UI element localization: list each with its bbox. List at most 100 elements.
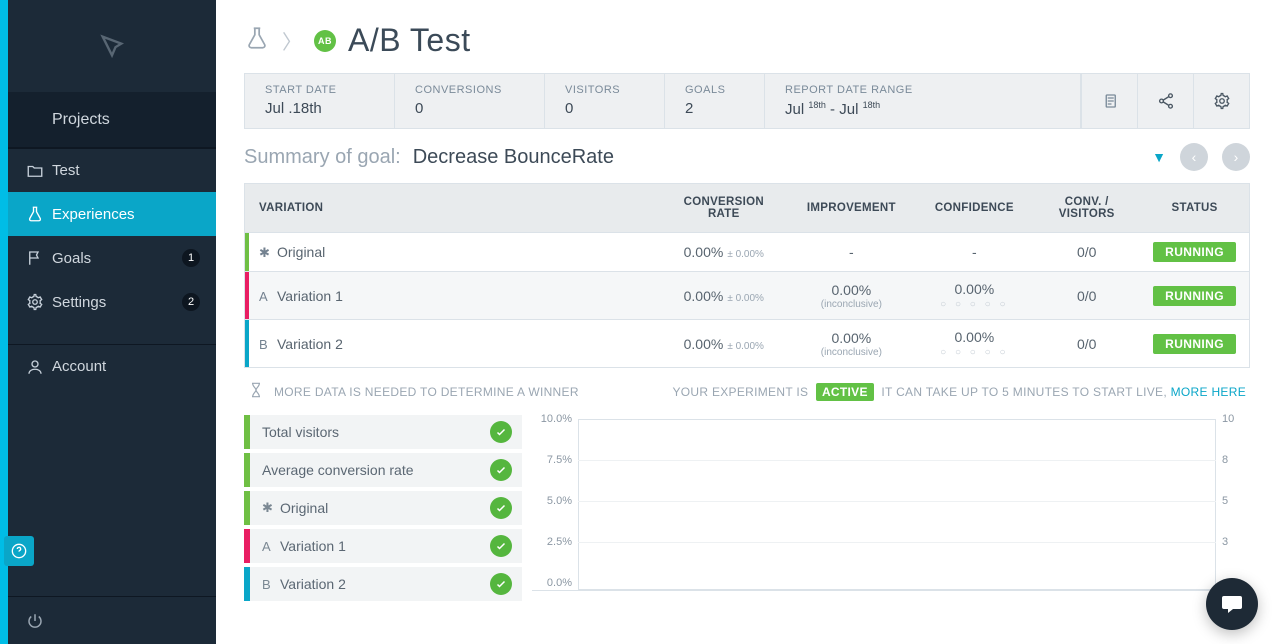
stat-label: CONVERSIONS [415,84,524,96]
info-right-post: IT CAN TAKE UP TO 5 MINUTES TO START LIV… [881,385,1167,399]
legend-item[interactable]: BVariation 2 [244,567,522,601]
sidebar-item-label: Goals [52,250,91,267]
legend-item[interactable]: ✱ Original [244,491,522,525]
sidebar-item-goals[interactable]: Goals 1 [8,236,216,280]
cell-improvement: 0.00%(inconclusive) [787,272,915,320]
hourglass-icon [248,382,264,401]
cell-status: RUNNING [1140,233,1249,272]
sidebar-item-label: Projects [52,111,110,129]
cell-rate: 0.00%± 0.00% [660,272,787,320]
count-badge: 1 [182,249,200,267]
y-tick-left: 0.0% [532,577,572,589]
flag-icon [26,249,52,267]
chat-button[interactable] [1206,578,1258,630]
y-tick-left: 2.5% [532,536,572,548]
legend-label: Total visitors [262,424,490,440]
sidebar: Projects Test Experiences Goals 1 Sett [8,0,216,644]
variation-prefix: B [259,337,271,352]
col-conv: CONV. / VISITORS [1033,184,1140,233]
cell-rate: 0.00%± 0.00% [660,320,787,368]
stat-label: START DATE [265,84,374,96]
check-icon [490,421,512,443]
ab-badge: AB [314,30,336,52]
main: 〉 AB A/B Test START DATE Jul .18th CONVE… [216,0,1278,644]
dropdown-toggle[interactable]: ▼ [1152,149,1166,165]
y-tick-left: 10.0% [532,413,572,425]
y-tick-right: 3 [1222,536,1250,548]
table-row[interactable]: B Variation 2 0.00%± 0.00%0.00%(inconclusi… [245,320,1250,368]
sidebar-item-label: Settings [52,294,106,311]
variations-table: VARIATION CONVERSION RATE IMPROVEMENT CO… [244,183,1250,368]
stat-value: Jul 18th - Jul 18th [785,100,1060,118]
variation-name: Variation 2 [277,336,343,352]
legend-item[interactable]: Average conversion rate [244,453,522,487]
cell-conv: 0/0 [1033,320,1140,368]
stat-visitors: VISITORS 0 [545,74,665,128]
chart-plot [578,419,1216,590]
sidebar-item-projects[interactable]: Projects [8,92,216,148]
legend-prefix: A [262,539,274,554]
sidebar-item-experiences[interactable]: Experiences [8,192,216,236]
sidebar-item-label: Account [52,358,106,375]
stat-value: 0 [415,100,524,117]
legend-prefix: ✱ [262,500,274,516]
chart-area: Total visitors Average conversion rate ✱ Or… [244,415,1250,605]
next-button[interactable]: › [1222,143,1250,171]
logout-button[interactable] [8,596,216,644]
col-rate: CONVERSION RATE [660,184,787,233]
check-icon [490,497,512,519]
table-row[interactable]: AVariation 10.00%± 0.00%0.00%(inconclusi… [245,272,1250,320]
summary-row: Summary of goal: Decrease BounceRate ▼ ‹… [244,143,1250,171]
stat-value: 2 [685,100,744,117]
summary-goal: Decrease BounceRate [413,146,614,169]
check-icon [490,459,512,481]
more-here-link[interactable]: MORE HERE [1171,385,1246,399]
check-icon [490,535,512,557]
sidebar-item-label: Test [52,162,80,179]
y-tick-left: 7.5% [532,454,572,466]
legend-item[interactable]: AVariation 1 [244,529,522,563]
sidebar-item-test[interactable]: Test [8,148,216,192]
count-badge: 2 [182,293,200,311]
info-right-pre: YOUR EXPERIMENT IS [672,385,808,399]
col-variation: VARIATION [245,184,661,233]
legend-item[interactable]: Total visitors [244,415,522,449]
gear-icon [26,293,52,311]
col-status: STATUS [1140,184,1249,233]
share-button[interactable] [1137,74,1193,128]
y-tick-right: 8 [1222,454,1250,466]
chart-legend: Total visitors Average conversion rate ✱ Or… [244,415,522,605]
cell-status: RUNNING [1140,320,1249,368]
check-icon [490,573,512,595]
stat-actions [1081,74,1249,128]
help-button[interactable] [4,536,34,566]
sidebar-item-settings[interactable]: Settings 2 [8,280,216,324]
variation-prefix: A [259,289,271,304]
info-left-text: MORE DATA IS NEEDED TO DETERMINE A WINNE… [274,385,579,399]
cell-improvement: 0.00%(inconclusive) [787,320,915,368]
stat-label: VISITORS [565,84,644,96]
stat-value: Jul .18th [265,100,374,117]
page-title: A/B Test [348,22,471,59]
stats-bar: START DATE Jul .18th CONVERSIONS 0 VISIT… [244,73,1250,129]
legend-label: Original [280,500,490,516]
settings-button[interactable] [1193,74,1249,128]
legend-label: Variation 2 [280,576,490,592]
y-tick-right: 5 [1222,495,1250,507]
user-icon [26,358,52,376]
table-row[interactable]: ✱Original0.00%± 0.00%--0/0RUNNING [245,233,1250,272]
chevron-right-icon: 〉 [282,26,302,55]
cell-conv: 0/0 [1033,272,1140,320]
flask-icon [244,25,270,56]
sidebar-item-account[interactable]: Account [8,344,216,388]
summary-label: Summary of goal: [244,146,401,169]
prev-button[interactable]: ‹ [1180,143,1208,171]
stat-start-date: START DATE Jul .18th [245,74,395,128]
flask-icon [26,205,52,223]
gridline [578,542,1216,543]
folder-icon [26,162,52,180]
sidebar-nav: Projects Test Experiences Goals 1 Sett [8,92,216,388]
clipboard-button[interactable] [1081,74,1137,128]
cell-confidence: 0.00%○ ○ ○ ○ ○ [915,272,1033,320]
cell-confidence: 0.00%○ ○ ○ ○ ○ [915,320,1033,368]
